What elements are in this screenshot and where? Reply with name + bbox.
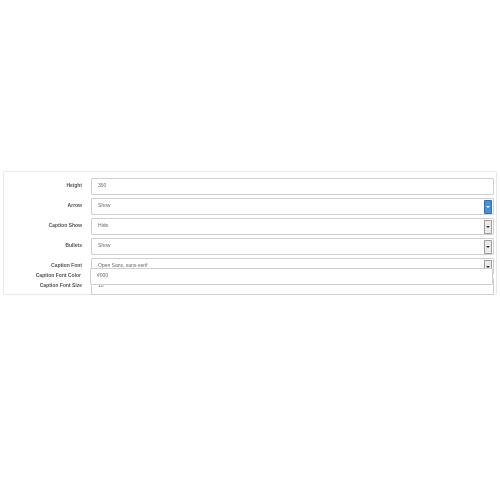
caption-show-label: Caption Show: [48, 223, 82, 229]
arrow-label: Arrow: [67, 203, 82, 209]
caption-font-color-label: Caption Font Color: [35, 273, 81, 279]
caption-font-color-value: #000: [97, 273, 109, 279]
arrow-row: Arrow Show: [4, 198, 498, 215]
bullets-row: Bullets Show: [4, 238, 498, 255]
chevron-down-icon[interactable]: [484, 220, 492, 234]
height-label: Height: [66, 183, 82, 189]
chevron-down-icon[interactable]: [484, 200, 492, 214]
bullets-label: Bullets: [65, 243, 82, 249]
caption-show-value: Hide: [98, 223, 109, 229]
caption-font-color-input[interactable]: #000: [90, 268, 493, 285]
height-row: Height 350: [4, 178, 498, 195]
caption-show-row: Caption Show Hide: [4, 218, 498, 235]
chevron-down-icon[interactable]: [484, 240, 492, 254]
bullets-value: Show: [98, 243, 111, 249]
arrow-select[interactable]: Show: [91, 198, 494, 215]
caption-show-select[interactable]: Hide: [91, 218, 494, 235]
caption-font-color-row: Caption Font Color #000: [3, 268, 497, 285]
height-value: 350: [98, 183, 107, 189]
height-input[interactable]: 350: [91, 178, 494, 195]
bullets-select[interactable]: Show: [91, 238, 494, 255]
arrow-value: Show: [98, 203, 111, 209]
page: Height 350 Arrow Show Caption Show Hide …: [0, 0, 500, 500]
